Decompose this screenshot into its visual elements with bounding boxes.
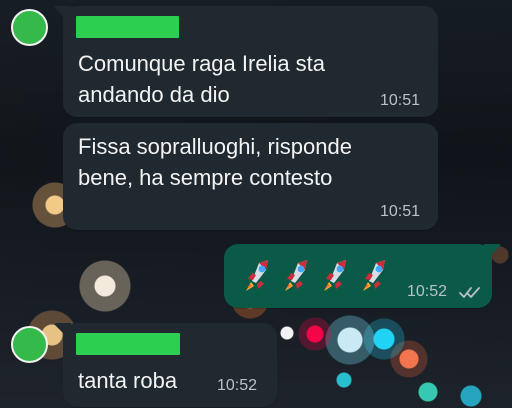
- sender-name-highlight: [76, 16, 179, 38]
- rocket-icon: [285, 260, 307, 291]
- message-time: 10:51: [380, 92, 421, 109]
- rocket-icon: [363, 260, 385, 291]
- rocket-icon: [324, 260, 346, 291]
- incoming-message-bubble[interactable]: tanta roba 10:52: [63, 323, 277, 407]
- message-time: 10:52: [407, 283, 448, 300]
- message-time: 10:51: [380, 203, 421, 220]
- emoji-row: [242, 253, 398, 293]
- message-time: 10:52: [217, 377, 258, 394]
- outgoing-message-bubble[interactable]: 10:52: [224, 244, 492, 308]
- sender-name-highlight: [76, 333, 180, 355]
- double-check-icon: [459, 287, 480, 298]
- message-text: Fissa sopralluoghi, risponde bene, ha se…: [78, 134, 352, 190]
- sender-avatar[interactable]: [11, 9, 48, 46]
- incoming-message-bubble[interactable]: Comunque raga Irelia sta andando da dio …: [63, 6, 438, 117]
- sender-avatar[interactable]: [11, 326, 48, 363]
- incoming-message-bubble[interactable]: Fissa sopralluoghi, risponde bene, ha se…: [63, 123, 438, 230]
- rocket-icon: [246, 260, 268, 291]
- message-text: tanta roba: [78, 368, 178, 393]
- message-text: Comunque raga Irelia sta andando da dio: [78, 51, 326, 107]
- chat-screen: Comunque raga Irelia sta andando da dio …: [0, 0, 512, 408]
